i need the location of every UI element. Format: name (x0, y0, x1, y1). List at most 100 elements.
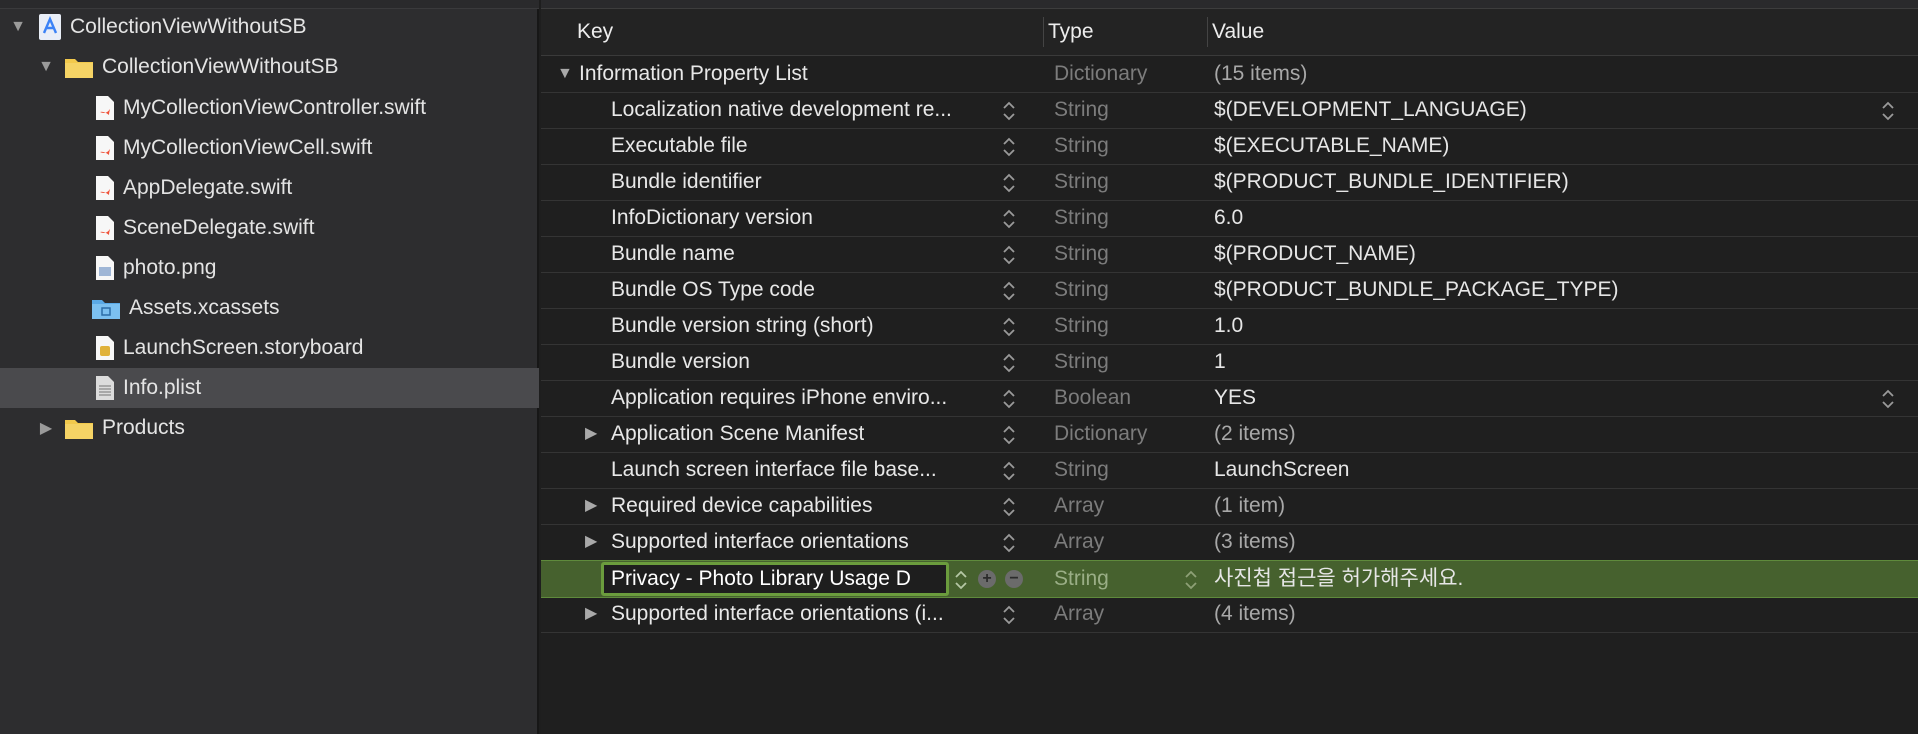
plist-row[interactable]: Bundle name String $(PRODUCT_NAME) (541, 236, 1918, 273)
up-down-chevron-icon[interactable] (1002, 460, 1016, 482)
plist-row[interactable]: ▶ Supported interface orientations (i...… (541, 596, 1918, 633)
row-type[interactable]: Boolean (1054, 380, 1131, 416)
plist-row-selected[interactable]: Privacy - Photo Library Usage D + − Stri… (541, 560, 1918, 598)
row-type[interactable]: String (1054, 92, 1109, 128)
up-down-chevron-icon[interactable] (1002, 604, 1016, 626)
row-type[interactable]: String (1054, 561, 1109, 597)
row-key[interactable]: Executable file (611, 128, 748, 164)
row-key[interactable]: Application requires iPhone enviro... (611, 380, 947, 416)
row-value[interactable]: 1.0 (1214, 308, 1243, 344)
row-value[interactable]: 사진첩 접근을 허가해주세요. (1214, 561, 1463, 597)
remove-row-icon[interactable]: − (1005, 570, 1023, 588)
navigator-item-file[interactable]: Assets.xcassets (0, 288, 539, 328)
up-down-chevron-icon[interactable] (1002, 388, 1016, 410)
row-type[interactable]: Dictionary (1054, 416, 1147, 452)
column-header-key[interactable]: Key (577, 9, 613, 55)
row-key[interactable]: Supported interface orientations (611, 524, 909, 560)
plist-row[interactable]: Executable file String $(EXECUTABLE_NAME… (541, 128, 1918, 165)
navigator-item-file[interactable]: MyCollectionViewController.swift (0, 88, 539, 128)
row-key[interactable]: Localization native development re... (611, 92, 952, 128)
row-type[interactable]: Dictionary (1054, 56, 1147, 92)
row-key[interactable]: Bundle identifier (611, 164, 762, 200)
up-down-chevron-icon[interactable] (1002, 172, 1016, 194)
up-down-chevron-icon[interactable] (1881, 388, 1895, 410)
row-key[interactable]: Bundle OS Type code (611, 272, 815, 308)
up-down-chevron-icon[interactable] (1002, 244, 1016, 266)
chevron-down-icon[interactable]: ▼ (36, 57, 56, 77)
up-down-chevron-icon[interactable] (1002, 352, 1016, 374)
row-type[interactable]: String (1054, 272, 1109, 308)
navigator-item-file[interactable]: LaunchScreen.storyboard (0, 328, 539, 368)
row-key[interactable]: Launch screen interface file base... (611, 452, 937, 488)
row-type[interactable]: String (1054, 308, 1109, 344)
navigator-item-group[interactable]: ▼ CollectionViewWithoutSB (0, 47, 539, 87)
row-type[interactable]: String (1054, 452, 1109, 488)
row-type[interactable]: Array (1054, 488, 1104, 524)
plist-row[interactable]: ▶ Application Scene Manifest Dictionary … (541, 416, 1918, 453)
navigator-item-file[interactable]: AppDelegate.swift (0, 168, 539, 208)
navigator-item-file[interactable]: SceneDelegate.swift (0, 208, 539, 248)
row-key[interactable]: Bundle name (611, 236, 735, 272)
add-row-icon[interactable]: + (978, 570, 996, 588)
up-down-chevron-icon[interactable] (1002, 316, 1016, 338)
row-value[interactable]: $(PRODUCT_BUNDLE_PACKAGE_TYPE) (1214, 272, 1619, 308)
plist-row[interactable]: InfoDictionary version String 6.0 (541, 200, 1918, 237)
row-type[interactable]: String (1054, 344, 1109, 380)
up-down-chevron-icon[interactable] (1184, 569, 1198, 591)
up-down-chevron-icon[interactable] (1881, 100, 1895, 122)
up-down-chevron-icon[interactable] (1002, 100, 1016, 122)
row-key[interactable]: InfoDictionary version (611, 200, 813, 236)
row-value[interactable]: 1 (1214, 344, 1226, 380)
up-down-chevron-icon[interactable] (954, 569, 968, 591)
row-type[interactable]: String (1054, 164, 1109, 200)
plist-row[interactable]: ▶ Supported interface orientations Array… (541, 524, 1918, 561)
row-type[interactable]: String (1054, 236, 1109, 272)
row-type[interactable]: Array (1054, 596, 1104, 632)
row-value[interactable]: $(DEVELOPMENT_LANGUAGE) (1214, 92, 1527, 128)
navigator-item-group[interactable]: ▶ Products (0, 408, 539, 448)
row-key[interactable]: Supported interface orientations (i... (611, 596, 944, 632)
column-divider[interactable] (1207, 17, 1208, 47)
row-type[interactable]: String (1054, 200, 1109, 236)
plist-row[interactable]: Bundle OS Type code String $(PRODUCT_BUN… (541, 272, 1918, 309)
column-header-value[interactable]: Value (1212, 9, 1264, 55)
row-key[interactable]: Required device capabilities (611, 488, 873, 524)
up-down-chevron-icon[interactable] (1002, 280, 1016, 302)
row-type[interactable]: String (1054, 128, 1109, 164)
up-down-chevron-icon[interactable] (1002, 532, 1016, 554)
row-type[interactable]: Array (1054, 524, 1104, 560)
up-down-chevron-icon[interactable] (1002, 496, 1016, 518)
up-down-chevron-icon[interactable] (1002, 208, 1016, 230)
navigator-item-file[interactable]: photo.png (0, 248, 539, 288)
row-key[interactable]: Application Scene Manifest (611, 416, 864, 452)
plist-row[interactable]: Bundle version string (short) String 1.0 (541, 308, 1918, 345)
plist-row-root[interactable]: ▼ Information Property List Dictionary (… (541, 56, 1918, 93)
row-key[interactable]: Bundle version string (short) (611, 308, 874, 344)
chevron-right-icon[interactable]: ▶ (36, 418, 56, 438)
row-value[interactable]: $(EXECUTABLE_NAME) (1214, 128, 1449, 164)
row-key[interactable]: Bundle version (611, 344, 750, 380)
plist-row[interactable]: Bundle identifier String $(PRODUCT_BUNDL… (541, 164, 1918, 201)
chevron-right-icon[interactable]: ▶ (585, 524, 597, 560)
chevron-down-icon[interactable]: ▼ (557, 56, 573, 92)
chevron-right-icon[interactable]: ▶ (585, 488, 597, 524)
navigator-item-project[interactable]: ▼ CollectionViewWithoutSB (0, 7, 539, 47)
row-value[interactable]: LaunchScreen (1214, 452, 1349, 488)
navigator-item-file-selected[interactable]: Info.plist (0, 368, 539, 408)
up-down-chevron-icon[interactable] (1002, 424, 1016, 446)
row-value[interactable]: YES (1214, 380, 1256, 416)
plist-row[interactable]: Launch screen interface file base... Str… (541, 452, 1918, 489)
row-value[interactable]: $(PRODUCT_NAME) (1214, 236, 1416, 272)
plist-row[interactable]: Bundle version String 1 (541, 344, 1918, 381)
chevron-right-icon[interactable]: ▶ (585, 416, 597, 452)
chevron-right-icon[interactable]: ▶ (585, 596, 597, 632)
row-value[interactable]: $(PRODUCT_BUNDLE_IDENTIFIER) (1214, 164, 1569, 200)
chevron-down-icon[interactable]: ▼ (8, 17, 28, 37)
key-edit-field[interactable]: Privacy - Photo Library Usage D (601, 562, 949, 596)
plist-row[interactable]: ▶ Required device capabilities Array (1 … (541, 488, 1918, 525)
up-down-chevron-icon[interactable] (1002, 136, 1016, 158)
plist-row[interactable]: Localization native development re... St… (541, 92, 1918, 129)
row-value[interactable]: 6.0 (1214, 200, 1243, 236)
plist-row[interactable]: Application requires iPhone enviro... Bo… (541, 380, 1918, 417)
column-divider[interactable] (1043, 17, 1044, 47)
